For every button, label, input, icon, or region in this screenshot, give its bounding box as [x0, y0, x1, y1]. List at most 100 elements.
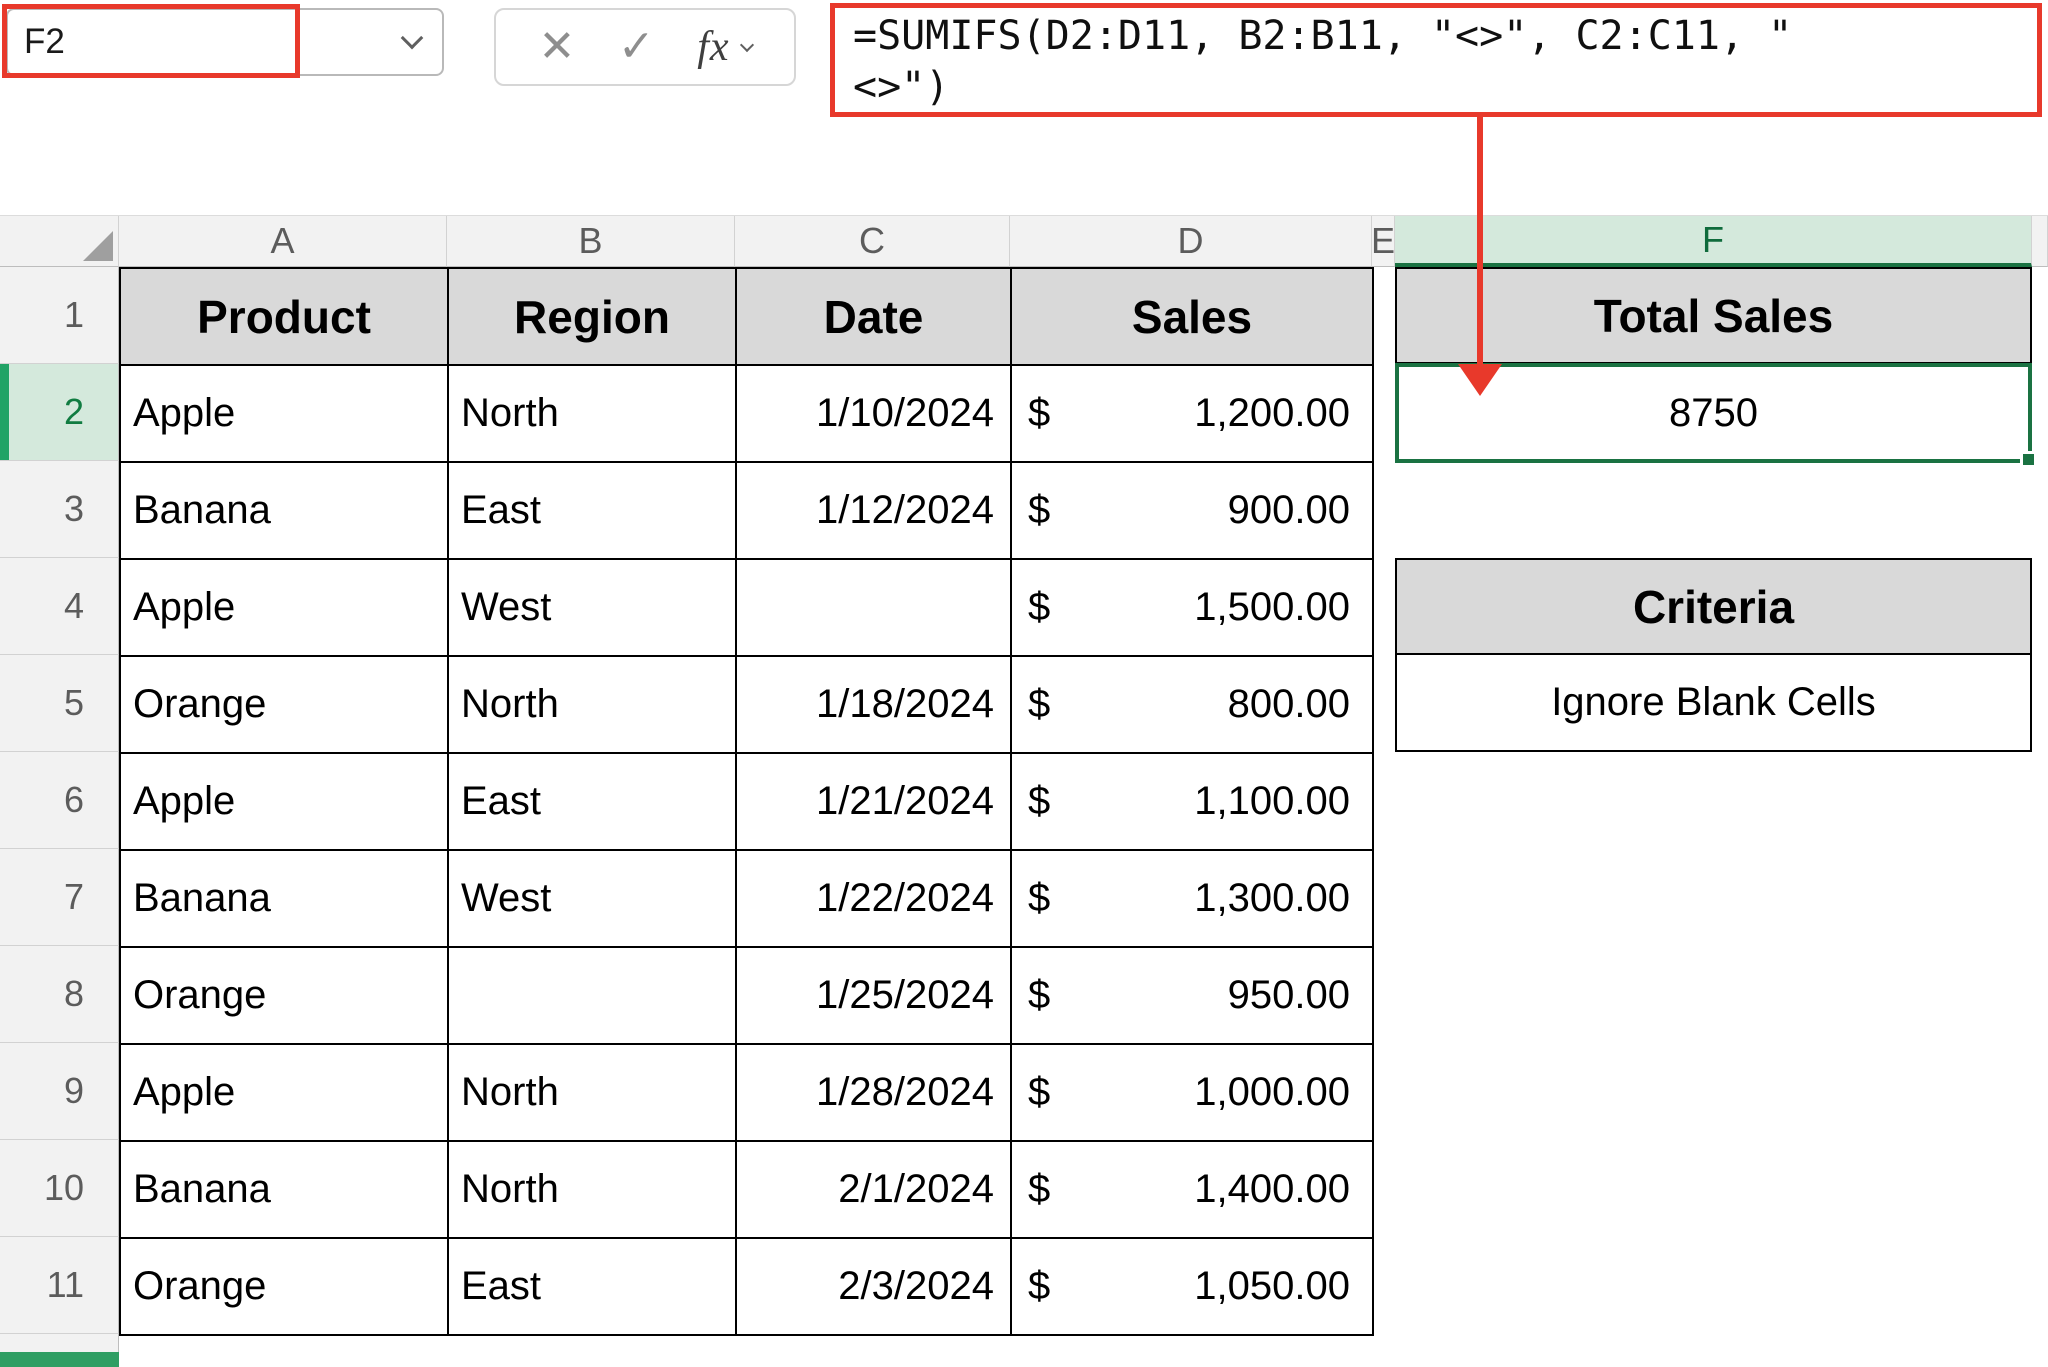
name-box[interactable]: F2	[6, 8, 444, 76]
sales-amount: 1,500.00	[1194, 585, 1350, 630]
currency-symbol: $	[1028, 585, 1050, 630]
column-header-E[interactable]: E	[1372, 216, 1395, 267]
cell-C5[interactable]: 1/18/2024	[737, 657, 1012, 754]
cell-B5[interactable]: North	[449, 657, 737, 754]
row-header-9[interactable]: 9	[0, 1043, 119, 1140]
cell-D6[interactable]: $ 1,100.00	[1012, 754, 1374, 851]
formula-bar[interactable]: =SUMIFS(D2:D11, B2:B11, "<>", C2:C11, " …	[830, 3, 2042, 117]
cell-D3[interactable]: $ 900.00	[1012, 463, 1374, 560]
cell-C10[interactable]: 2/1/2024	[737, 1142, 1012, 1239]
cell-C3[interactable]: 1/12/2024	[737, 463, 1012, 560]
select-all-corner[interactable]	[0, 216, 119, 267]
currency-symbol: $	[1028, 391, 1050, 436]
cell-C8[interactable]: 1/25/2024	[737, 948, 1012, 1045]
currency-symbol: $	[1028, 1264, 1050, 1309]
sales-amount: 1,300.00	[1194, 876, 1350, 921]
row-selection-accent	[0, 364, 9, 460]
cell-B9[interactable]: North	[449, 1045, 737, 1142]
cell-C6[interactable]: 1/21/2024	[737, 754, 1012, 851]
cell-C4[interactable]	[737, 560, 1012, 657]
cell-D2[interactable]: $ 1,200.00	[1012, 366, 1374, 463]
row-header-4[interactable]: 4	[0, 558, 119, 655]
cell-B6[interactable]: East	[449, 754, 737, 851]
column-header-F[interactable]: F	[1395, 216, 2032, 267]
sales-amount: 1,200.00	[1194, 391, 1350, 436]
total-sales-value: 8750	[1669, 391, 1758, 436]
cell-F4-criteria-header[interactable]: Criteria	[1395, 558, 2032, 655]
currency-symbol: $	[1028, 779, 1050, 824]
cell-D11[interactable]: $ 1,050.00	[1012, 1239, 1374, 1336]
enter-icon[interactable]: ✓	[618, 25, 655, 69]
row-header-7[interactable]: 7	[0, 849, 119, 946]
cell-A11[interactable]: Orange	[121, 1239, 449, 1336]
cell-A4[interactable]: Apple	[121, 560, 449, 657]
bottom-left-green-strip	[0, 1352, 119, 1367]
cancel-icon[interactable]: ✕	[538, 25, 575, 69]
currency-symbol: $	[1028, 488, 1050, 533]
cell-A1[interactable]: Product	[121, 269, 449, 366]
row-header-11[interactable]: 11	[0, 1237, 119, 1334]
data-table: Product Region Date Sales Apple North 1/…	[119, 267, 1374, 1336]
sales-amount: 1,050.00	[1194, 1264, 1350, 1309]
cell-D5[interactable]: $ 800.00	[1012, 657, 1374, 754]
column-header-B[interactable]: B	[447, 216, 735, 267]
row-header-2[interactable]: 2	[0, 364, 119, 461]
row-header-8[interactable]: 8	[0, 946, 119, 1043]
sales-amount: 1,400.00	[1194, 1167, 1350, 1212]
fx-icon: fx	[697, 26, 729, 68]
column-header-partial[interactable]	[2032, 216, 2048, 267]
annotation-arrow-head-icon	[1458, 364, 1502, 396]
cell-A8[interactable]: Orange	[121, 948, 449, 1045]
cell-C1[interactable]: Date	[737, 269, 1012, 366]
cell-C2[interactable]: 1/10/2024	[737, 366, 1012, 463]
cell-D8[interactable]: $ 950.00	[1012, 948, 1374, 1045]
cell-B10[interactable]: North	[449, 1142, 737, 1239]
currency-symbol: $	[1028, 973, 1050, 1018]
column-header-row: A B C D E F	[0, 215, 2048, 267]
cell-B3[interactable]: East	[449, 463, 737, 560]
row-header-5[interactable]: 5	[0, 655, 119, 752]
cell-D7[interactable]: $ 1,300.00	[1012, 851, 1374, 948]
cell-D10[interactable]: $ 1,400.00	[1012, 1142, 1374, 1239]
cell-C11[interactable]: 2/3/2024	[737, 1239, 1012, 1336]
select-all-triangle-icon	[83, 231, 113, 261]
column-header-D[interactable]: D	[1010, 216, 1372, 267]
name-box-dropdown[interactable]	[404, 38, 420, 46]
cell-B11[interactable]: East	[449, 1239, 737, 1336]
cell-B8[interactable]	[449, 948, 737, 1045]
cell-B1[interactable]: Region	[449, 269, 737, 366]
cell-D4[interactable]: $ 1,500.00	[1012, 560, 1374, 657]
sales-amount: 900.00	[1228, 488, 1350, 533]
cell-C7[interactable]: 1/22/2024	[737, 851, 1012, 948]
cell-A6[interactable]: Apple	[121, 754, 449, 851]
row-header-1[interactable]: 1	[0, 267, 119, 364]
column-header-A[interactable]: A	[119, 216, 447, 267]
formula-text: =SUMIFS(D2:D11, B2:B11, "<>", C2:C11, " …	[853, 11, 2037, 113]
cell-A7[interactable]: Banana	[121, 851, 449, 948]
sales-amount: 1,000.00	[1194, 1070, 1350, 1115]
row-header-3[interactable]: 3	[0, 461, 119, 558]
chevron-down-icon	[401, 27, 424, 50]
cell-B4[interactable]: West	[449, 560, 737, 657]
row-header-10[interactable]: 10	[0, 1140, 119, 1237]
cell-A2[interactable]: Apple	[121, 366, 449, 463]
cell-A3[interactable]: Banana	[121, 463, 449, 560]
cell-A5[interactable]: Orange	[121, 657, 449, 754]
cell-F1-total-sales-header[interactable]: Total Sales	[1395, 267, 2032, 364]
insert-function-button[interactable]: fx	[697, 26, 751, 68]
cell-D9[interactable]: $ 1,000.00	[1012, 1045, 1374, 1142]
cell-F5-criteria-value[interactable]: Ignore Blank Cells	[1395, 655, 2032, 752]
row-header-6[interactable]: 6	[0, 752, 119, 849]
cell-C9[interactable]: 1/28/2024	[737, 1045, 1012, 1142]
cell-A10[interactable]: Banana	[121, 1142, 449, 1239]
row-header-label: 2	[64, 391, 84, 433]
cell-A9[interactable]: Apple	[121, 1045, 449, 1142]
column-header-C[interactable]: C	[735, 216, 1010, 267]
cell-B7[interactable]: West	[449, 851, 737, 948]
cell-B2[interactable]: North	[449, 366, 737, 463]
name-box-value: F2	[24, 22, 65, 62]
sales-amount: 1,100.00	[1194, 779, 1350, 824]
fill-handle[interactable]	[2020, 451, 2037, 468]
sales-amount: 950.00	[1228, 973, 1350, 1018]
cell-D1[interactable]: Sales	[1012, 269, 1374, 366]
